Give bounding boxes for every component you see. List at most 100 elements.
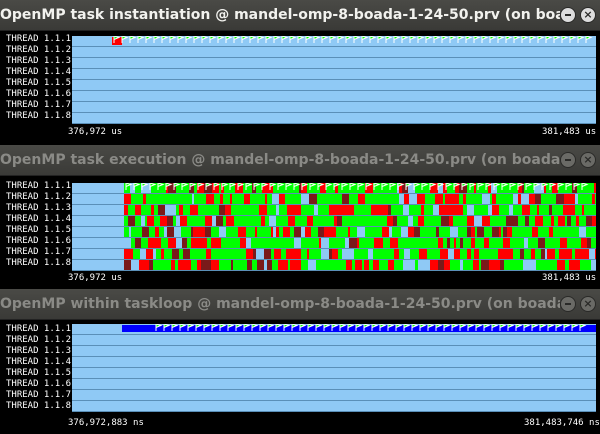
- task-segment: [306, 238, 311, 248]
- thread-row: [72, 368, 596, 378]
- task-segment: [301, 227, 303, 237]
- task-segment: [140, 249, 144, 259]
- task-segment: [425, 227, 428, 237]
- task-segment: [427, 238, 429, 248]
- close-icon[interactable]: ×: [580, 7, 596, 23]
- timeline-svg[interactable]: [72, 183, 596, 271]
- task-segment: [216, 216, 223, 226]
- close-icon[interactable]: ×: [580, 152, 596, 168]
- task-segment: [354, 205, 359, 215]
- task-segment: [391, 205, 396, 215]
- task-segment: [190, 194, 192, 204]
- task-segment: [520, 238, 524, 248]
- timeline-plot[interactable]: [72, 324, 596, 412]
- task-segment: [131, 238, 135, 248]
- task-segment: [346, 260, 352, 270]
- task-segment: [595, 194, 596, 204]
- timeline-plot[interactable]: [72, 36, 596, 124]
- task-segment: [234, 216, 238, 226]
- task-segment: [167, 227, 174, 237]
- task-segment: [190, 205, 198, 215]
- task-segment: [538, 238, 545, 248]
- minimize-icon[interactable]: [560, 296, 576, 312]
- timeline-svg[interactable]: [72, 324, 596, 412]
- task-segment: [505, 238, 510, 248]
- titlebar[interactable]: OpenMP within taskloop @ mandel-omp-8-bo…: [0, 289, 600, 320]
- timeline-plot[interactable]: [72, 183, 596, 271]
- task-segment: [306, 260, 308, 270]
- task-segment: [509, 205, 513, 215]
- task-segment: [145, 216, 147, 226]
- task-segment: [513, 249, 515, 259]
- titlebar[interactable]: OpenMP task instantiation @ mandel-omp-8…: [0, 0, 600, 31]
- task-segment: [456, 227, 458, 237]
- task-segment: [417, 205, 421, 215]
- task-segment: [574, 216, 576, 226]
- thread-label: THREAD 1.1.5: [6, 78, 72, 88]
- task-segment: [368, 249, 373, 259]
- task-segment: [351, 216, 358, 226]
- task-segment: [379, 216, 382, 226]
- task-segment: [156, 249, 161, 259]
- close-icon[interactable]: ×: [580, 296, 596, 312]
- task-segment: [274, 238, 281, 248]
- task-segment: [551, 216, 554, 226]
- task-segment: [411, 227, 414, 237]
- task-segment: [535, 194, 541, 204]
- task-segment: [183, 249, 190, 259]
- task-segment: [176, 194, 182, 204]
- task-segment: [564, 194, 572, 204]
- task-segment: [149, 227, 155, 237]
- minimize-icon[interactable]: [560, 7, 576, 23]
- task-segment: [349, 238, 357, 248]
- task-segment: [226, 249, 233, 259]
- task-segment: [149, 260, 153, 270]
- task-segment: [465, 216, 467, 226]
- task-segment: [358, 249, 360, 259]
- task-segment: [158, 194, 165, 204]
- task-segment: [348, 227, 350, 237]
- task-segment: [522, 205, 530, 215]
- task-segment: [135, 238, 141, 248]
- window-execution[interactable]: OpenMP task execution @ mandel-omp-8-boa…: [0, 145, 600, 288]
- task-segment: [199, 238, 207, 248]
- task-segment: [390, 238, 398, 248]
- task-segment: [428, 227, 436, 237]
- task-segment: [410, 249, 417, 259]
- task-segment: [496, 238, 503, 248]
- task-segment: [226, 216, 232, 226]
- task-segment: [467, 227, 471, 237]
- task-segment: [577, 238, 581, 248]
- task-segment: [479, 260, 481, 270]
- task-segment: [139, 227, 142, 237]
- task-segment: [547, 249, 555, 259]
- task-segment: [490, 194, 492, 204]
- titlebar[interactable]: OpenMP task execution @ mandel-omp-8-boa…: [0, 145, 600, 176]
- task-segment: [487, 249, 494, 259]
- task-segment: [415, 260, 418, 270]
- task-segment: [447, 238, 450, 248]
- timeline-svg[interactable]: [72, 36, 596, 124]
- task-segment: [191, 238, 199, 248]
- task-segment: [547, 194, 554, 204]
- row-separator: [72, 400, 596, 401]
- window-taskloop[interactable]: OpenMP within taskloop @ mandel-omp-8-bo…: [0, 289, 600, 434]
- task-segment: [555, 249, 559, 259]
- time-axis: 376,972,883 ns 381,483,746 ns: [0, 417, 600, 431]
- task-segment: [183, 205, 185, 215]
- task-segment: [535, 249, 541, 259]
- task-segment: [232, 194, 239, 204]
- row-separator: [72, 259, 596, 260]
- task-segment: [175, 260, 178, 270]
- window-instantiation[interactable]: OpenMP task instantiation @ mandel-omp-8…: [0, 0, 600, 143]
- task-segment: [250, 194, 257, 204]
- task-segment: [139, 260, 145, 270]
- task-segment: [179, 205, 183, 215]
- task-segment: [276, 216, 283, 226]
- task-segment: [238, 216, 243, 226]
- task-segment: [530, 205, 537, 215]
- task-segment: [382, 260, 388, 270]
- task-segment: [160, 216, 163, 226]
- task-segment: [267, 205, 269, 215]
- minimize-icon[interactable]: [560, 152, 576, 168]
